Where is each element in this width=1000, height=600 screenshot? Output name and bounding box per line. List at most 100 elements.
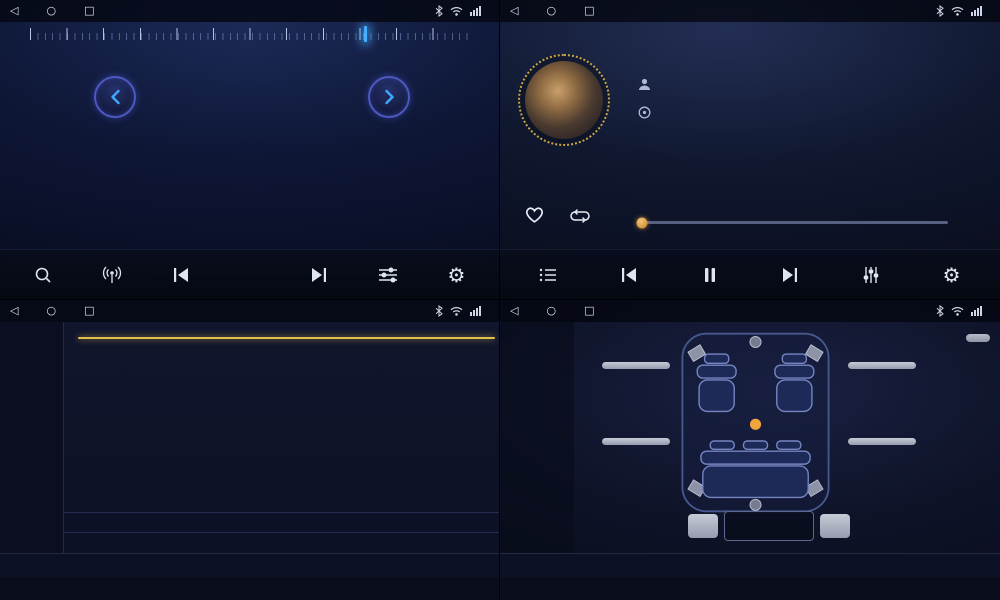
band-button[interactable] (233, 255, 267, 295)
delay-increase-button[interactable] (688, 514, 718, 538)
progress-knob[interactable] (637, 217, 648, 228)
eq-preset-list (0, 322, 64, 553)
chevron-left-icon (110, 89, 121, 105)
delay-adjust-value (724, 511, 814, 541)
center-speaker-icon (750, 336, 761, 347)
front-left-delay[interactable] (602, 362, 670, 369)
bluetooth-icon (936, 5, 944, 17)
settings-button[interactable]: ⚙ (935, 255, 969, 295)
disc-icon (638, 106, 651, 119)
home-icon[interactable]: ○ (46, 300, 56, 322)
sound-profile-button[interactable] (966, 334, 990, 342)
skip-next-icon (310, 267, 328, 283)
recents-icon[interactable]: □ (84, 300, 94, 322)
surround-sound-screen: ◁ ○ □ (500, 300, 1000, 600)
scan-button[interactable] (26, 255, 60, 295)
rear-right-delay[interactable] (848, 438, 916, 445)
eq-sliders (85, 358, 496, 506)
tune-down-button[interactable] (94, 76, 136, 118)
chevron-right-icon (384, 89, 395, 105)
signal-icon (470, 6, 482, 16)
music-player-screen: ◁ ○ □ (500, 0, 1000, 300)
artist-row (638, 78, 659, 91)
gear-icon: ⚙ (943, 265, 961, 285)
head-unit-composite: ◁ ○ □ (0, 0, 1000, 600)
pause-button[interactable] (693, 255, 727, 295)
gear-icon: ⚙ (448, 265, 466, 285)
current-frequency-marker (364, 26, 367, 42)
back-icon[interactable]: ◁ (510, 300, 518, 322)
mixer-horizontal-icon (378, 267, 398, 283)
previous-station-button[interactable] (164, 255, 198, 295)
skip-previous-icon (172, 267, 190, 283)
track-row (638, 106, 659, 119)
playlist-button[interactable] (531, 255, 565, 295)
home-icon[interactable]: ○ (46, 0, 56, 22)
rear-left-delay[interactable] (602, 438, 670, 445)
mixer-vertical-icon (862, 266, 880, 284)
signal-icon (470, 306, 482, 316)
settings-button[interactable]: ⚙ (440, 255, 474, 295)
delay-decrease-button[interactable] (820, 514, 850, 538)
front-right-delay[interactable] (848, 362, 916, 369)
wifi-icon (951, 6, 964, 16)
broadcast-button[interactable] (95, 255, 129, 295)
bluetooth-icon (435, 305, 443, 317)
wifi-icon (951, 306, 964, 316)
repeat-icon (568, 209, 592, 223)
album-art-image (525, 61, 603, 139)
previous-track-button[interactable] (612, 255, 646, 295)
equalizer-screen: ◁ ○ □ (0, 300, 500, 600)
status-bar: ◁ ○ □ (500, 0, 1000, 22)
wifi-icon (450, 306, 463, 316)
radio-screen: ◁ ○ □ (0, 0, 500, 300)
recents-icon[interactable]: □ (84, 0, 94, 22)
subwoofer-icon (750, 499, 761, 510)
eq-tab-icons (0, 577, 499, 600)
q-row (64, 532, 499, 553)
next-station-button[interactable] (302, 255, 336, 295)
recents-icon[interactable]: □ (584, 0, 594, 22)
audio-visualizer (768, 60, 992, 168)
repeat-button[interactable] (568, 209, 592, 223)
signal-icon (971, 306, 983, 316)
recents-icon[interactable]: □ (584, 300, 594, 322)
wifi-icon (450, 6, 463, 16)
eq-curve (78, 337, 495, 339)
artist-icon (638, 78, 651, 91)
equalizer-button[interactable] (854, 255, 888, 295)
bluetooth-icon (936, 305, 944, 317)
favorite-button[interactable] (524, 205, 545, 224)
car-diagram (658, 330, 853, 515)
status-bar: ◁ ○ □ (500, 300, 1000, 322)
skip-next-icon (781, 267, 799, 283)
pause-icon (703, 267, 717, 283)
listening-position-dot (750, 419, 761, 430)
surround-mode-list (500, 322, 574, 553)
signal-icon (971, 6, 983, 16)
radio-toolbar: ⚙ (0, 249, 499, 299)
album-art (518, 54, 610, 146)
home-icon[interactable]: ○ (546, 0, 556, 22)
back-icon[interactable]: ◁ (510, 0, 518, 22)
home-icon[interactable]: ○ (546, 300, 556, 322)
antenna-icon (102, 266, 122, 284)
bluetooth-icon (435, 5, 443, 17)
progress-bar[interactable] (642, 221, 948, 224)
eq-tab-bar (0, 553, 499, 577)
status-bar: ◁ ○ □ (0, 300, 499, 322)
tune-up-button[interactable] (368, 76, 410, 118)
back-icon[interactable]: ◁ (10, 300, 18, 322)
audio-settings-button[interactable] (371, 255, 405, 295)
surround-tab-bar (500, 553, 1000, 577)
search-icon (34, 266, 52, 284)
eq-main (64, 322, 499, 553)
next-track-button[interactable] (773, 255, 807, 295)
back-icon[interactable]: ◁ (10, 0, 18, 22)
skip-previous-icon (620, 267, 638, 283)
surround-tab-icons (500, 577, 1000, 600)
frequency-ruler[interactable] (0, 24, 499, 64)
player-toolbar: ⚙ (500, 249, 1000, 299)
heart-icon (524, 205, 545, 224)
fc-row (64, 512, 499, 532)
